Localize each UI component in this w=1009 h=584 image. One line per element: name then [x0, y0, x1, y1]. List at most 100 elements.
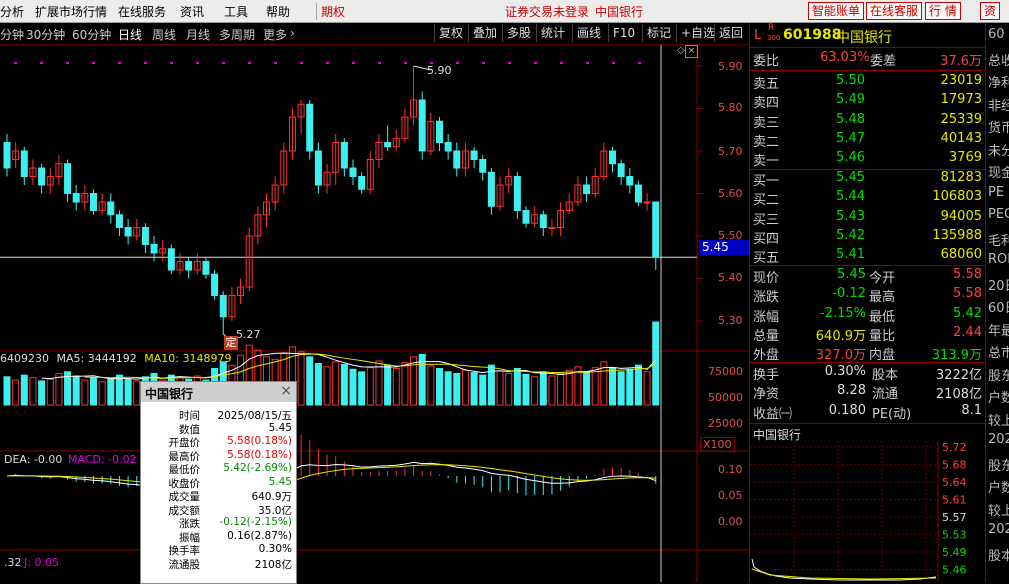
r-badge-sub: 300: [767, 34, 781, 42]
data-tooltip[interactable]: 中国银行 × 时间 2025/08/15/五 数值 5.45 开盘价 5.58(0.18%…: [140, 381, 297, 584]
fundamental-value: 8.28: [837, 383, 866, 399]
candle-body: [306, 103, 314, 152]
volume-bar: [453, 372, 461, 406]
kline-chart-area[interactable]: [0, 45, 748, 582]
fundamental-label: PE(动): [872, 406, 912, 422]
order-level-label: 买五: [753, 251, 780, 267]
order-volume: 68060: [940, 247, 982, 263]
menu-item-analysis[interactable]: 分析: [0, 3, 24, 20]
stat-label: 今开: [869, 271, 896, 286]
order-level-label: 买四: [753, 231, 780, 247]
order-book-row[interactable]: 买一 5.45 81283: [750, 170, 990, 189]
order-book-row[interactable]: 买五 5.41 68060: [750, 247, 990, 266]
ding-marker[interactable]: 定: [224, 336, 238, 350]
order-book-row[interactable]: 卖一 5.46 3769: [750, 150, 990, 169]
period-tab-daily[interactable]: 日线: [118, 26, 142, 43]
stats-button[interactable]: 统计: [536, 24, 569, 42]
order-volume: 3769: [948, 150, 982, 166]
order-level-label: 买三: [753, 212, 780, 228]
candle-body: [340, 142, 348, 169]
close-icon[interactable]: ×: [685, 45, 698, 58]
smart-bill-button[interactable]: 智能账单: [808, 2, 865, 20]
tooltip-title: 中国银行: [145, 387, 194, 401]
period-tab-multi[interactable]: 多周期: [219, 26, 255, 43]
period-tab-more[interactable]: 更多: [263, 26, 287, 43]
period-tab-monthly[interactable]: 月线: [186, 26, 210, 43]
volume-bar: [12, 379, 20, 406]
quote-stat-row: 外盘 327.0万 内盘 313.9万: [750, 344, 990, 363]
candle-body: [124, 227, 132, 237]
order-level-label: 买二: [753, 193, 780, 209]
stock-code: 601988: [783, 27, 842, 43]
f10-item: 非经: [988, 98, 1009, 114]
info-button[interactable]: 资: [980, 2, 1001, 20]
order-book-row[interactable]: 买三 5.43 94005: [750, 209, 990, 228]
back-button[interactable]: 返回: [714, 24, 747, 42]
mark-button[interactable]: 标记: [642, 24, 675, 42]
order-level-label: 买一: [753, 174, 780, 189]
candle-body: [626, 176, 634, 186]
adjust-button[interactable]: 复权: [434, 24, 467, 42]
period-tab-60min[interactable]: 60分钟: [72, 26, 111, 43]
tooltip-header[interactable]: 中国银行 ×: [141, 382, 296, 402]
tooltip-value: 5.42(-2.69%): [223, 462, 292, 474]
f10-item: 总市: [988, 346, 1009, 361]
candle-body: [513, 176, 521, 211]
period-tab-min[interactable]: 分钟: [0, 26, 24, 43]
menu-item-news[interactable]: 资讯: [180, 3, 204, 20]
period-tab-30min[interactable]: 30分钟: [26, 26, 65, 43]
menu-item-extended-market[interactable]: 扩展市场行情: [35, 3, 107, 20]
tooltip-row: 时间 2025/08/15/五: [141, 408, 296, 422]
tooltip-row: 成交额 35.0亿: [141, 503, 296, 517]
order-book-row[interactable]: 买四 5.42 135988: [750, 228, 990, 247]
candle-body: [453, 150, 461, 169]
multi-stock-button[interactable]: 多股: [502, 24, 535, 42]
f10-item: 未分: [988, 143, 1009, 159]
stat-label: 量比: [869, 328, 896, 344]
close-icon[interactable]: ×: [280, 383, 292, 399]
macd-label: MACD: -0.02: [68, 453, 137, 466]
order-book-row[interactable]: 买二 5.44 106803: [750, 189, 990, 208]
volume-bar: [479, 374, 487, 406]
menu-item-online-service[interactable]: 在线服务: [118, 3, 166, 20]
order-book-row[interactable]: 卖五 5.50 23019: [750, 73, 990, 92]
price-tick: 5.90: [718, 60, 743, 73]
chevron-right-icon[interactable]: ›: [290, 26, 295, 40]
volume-tick: 25000: [708, 417, 743, 430]
intraday-mini-chart[interactable]: 5.72 5.68 5.64 5.61 5.57 5.53 5.49 5.46: [750, 441, 986, 582]
f10-button[interactable]: F10: [608, 24, 639, 42]
draw-line-button[interactable]: 画线: [572, 24, 605, 42]
volume-bar: [46, 378, 54, 406]
trade-login-status[interactable]: 证券交易未登录: [505, 3, 589, 20]
quote-stat-row: 现价 5.45 今开 5.58: [750, 267, 990, 286]
menu-item-options[interactable]: 期权: [316, 3, 345, 20]
online-support-button[interactable]: 在线客服: [866, 2, 923, 20]
candle-body: [444, 142, 452, 152]
chart-toolbar: 分钟 30分钟 60分钟 日线 周线 月线 多周期 更多 › 复权 叠加 多股 …: [0, 23, 748, 45]
order-book-row[interactable]: 卖二 5.47 40143: [750, 131, 990, 150]
overlay-button[interactable]: 叠加: [468, 24, 501, 42]
price-tick: 5.80: [718, 101, 743, 114]
candle-body: [583, 184, 591, 194]
candle-body: [141, 227, 149, 245]
menu-item-help[interactable]: 帮助: [266, 3, 290, 20]
volume-bar: [323, 366, 331, 406]
order-book-row[interactable]: 卖四 5.49 17973: [750, 92, 990, 111]
f10-item: 年最: [988, 323, 1009, 339]
stat-label: 最低: [869, 309, 896, 325]
add-watchlist-button[interactable]: +自选: [676, 24, 719, 42]
tooltip-value: 5.45: [268, 421, 292, 434]
fundamental-value: 8.1: [961, 402, 982, 418]
tooltip-row: 流通股 2108亿: [141, 557, 296, 571]
volume-bar: [133, 380, 141, 406]
period-tab-weekly[interactable]: 周线: [152, 26, 176, 43]
quote-button[interactable]: 行 情: [925, 2, 961, 20]
order-price: 5.44: [836, 189, 865, 205]
tooltip-row: 开盘价 5.58(0.18%): [141, 435, 296, 449]
volume-bar: [81, 379, 89, 406]
volume-bar: [470, 372, 478, 406]
volume-bar: [314, 363, 322, 406]
volume-bar: [392, 367, 400, 406]
menu-item-tools[interactable]: 工具: [224, 3, 248, 20]
order-book-row[interactable]: 卖三 5.48 25339: [750, 112, 990, 131]
